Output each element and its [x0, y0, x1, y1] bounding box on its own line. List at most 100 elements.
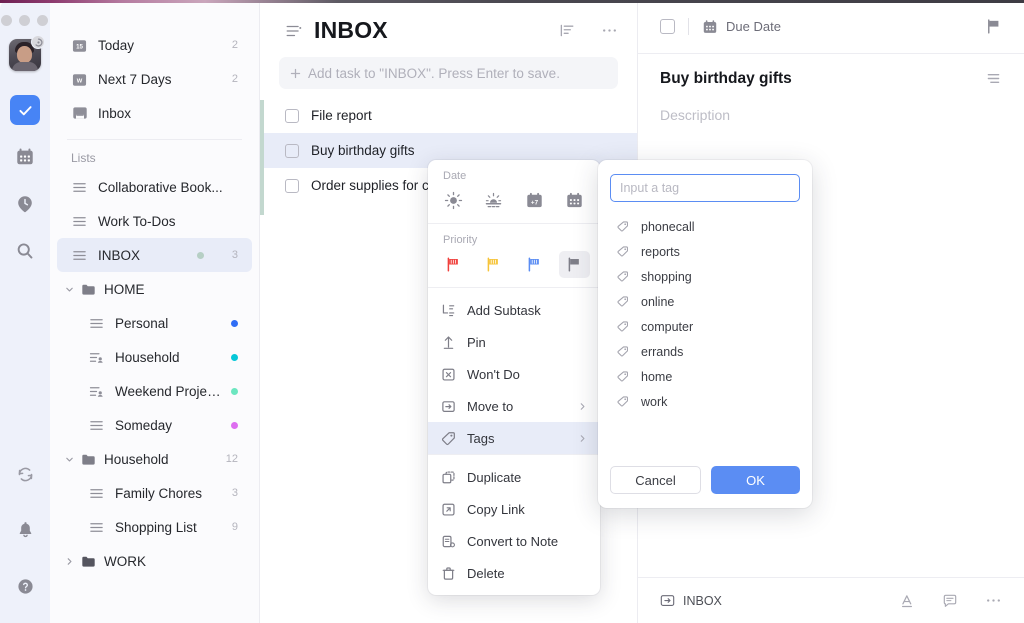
page-title: INBOX: [314, 17, 388, 44]
sort-icon[interactable]: [559, 22, 576, 39]
chevron-down-icon[interactable]: [64, 285, 75, 294]
task-title: Order supplies for ca: [311, 178, 436, 193]
folder-icon: [80, 553, 97, 570]
sidebar-item-someday[interactable]: Someday: [57, 408, 252, 442]
priority-low-flag[interactable]: [519, 251, 550, 278]
sidebar-item-next-7-days[interactable]: W Next 7 Days 2: [57, 62, 252, 96]
priority-none-flag[interactable]: [559, 251, 590, 278]
task-checkbox[interactable]: [285, 144, 299, 158]
priority-medium-flag[interactable]: [478, 251, 509, 278]
tag-input[interactable]: Input a tag: [610, 174, 800, 202]
tag-option[interactable]: phonecall: [610, 214, 800, 239]
tag-option[interactable]: reports: [610, 239, 800, 264]
cancel-button[interactable]: Cancel: [610, 466, 701, 494]
sidebar-item-work[interactable]: WORK: [57, 544, 252, 578]
list-color-dot: [231, 320, 238, 327]
task-context-menu: Date +7 Priority Add SubtaskPinWon't DoM…: [428, 160, 600, 595]
detail-description[interactable]: Description: [660, 107, 1002, 123]
context-menu-date-label: Date: [428, 160, 600, 186]
sidebar-item-home[interactable]: HOME: [57, 272, 252, 306]
clock-icon[interactable]: [10, 189, 40, 219]
tomorrow-icon[interactable]: [478, 187, 509, 214]
more-options-icon[interactable]: [601, 22, 618, 39]
next-week-icon[interactable]: +7: [519, 187, 550, 214]
sidebar-item-label: Today: [98, 38, 216, 53]
tag-option[interactable]: online: [610, 289, 800, 314]
format-text-icon[interactable]: [899, 593, 915, 609]
sidebar-item-household[interactable]: Household12: [57, 442, 252, 476]
list-icon: [88, 417, 105, 434]
sidebar-item-count: 12: [220, 453, 238, 465]
menu-item-convert-to-note[interactable]: Convert to Note: [428, 525, 600, 557]
sidebar-item-label: Inbox: [98, 106, 222, 121]
zoom-button[interactable]: [37, 15, 48, 26]
tag-option[interactable]: shopping: [610, 264, 800, 289]
more-options-icon[interactable]: [985, 592, 1002, 609]
sidebar-item-weekend-projects[interactable]: Weekend Projects: [57, 374, 252, 408]
due-date-button[interactable]: Due Date: [702, 19, 781, 35]
tag-label: reports: [641, 245, 680, 259]
due-date-label: Due Date: [726, 19, 781, 34]
tag-option[interactable]: computer: [610, 314, 800, 339]
menu-item-copy-link[interactable]: Copy Link: [428, 493, 600, 525]
close-button[interactable]: [1, 15, 12, 26]
tag-label: errands: [641, 345, 683, 359]
menu-item-won-t-do[interactable]: Won't Do: [428, 358, 600, 390]
task-checkbox[interactable]: [285, 179, 299, 193]
task-complete-checkbox[interactable]: [660, 19, 675, 34]
menu-item-pin[interactable]: Pin: [428, 326, 600, 358]
menu-item-delete[interactable]: Delete: [428, 557, 600, 589]
priority-high-flag[interactable]: [438, 251, 469, 278]
sidebar: 15 Today 2 W Next 7 Days 2 Inbox Li: [50, 0, 260, 623]
chevron-right-icon: [578, 402, 587, 411]
comment-icon[interactable]: [942, 593, 958, 609]
tasks-icon[interactable]: [10, 95, 40, 125]
avatar[interactable]: [9, 39, 41, 71]
minimize-button[interactable]: [19, 15, 30, 26]
detail-menu-icon[interactable]: [985, 70, 1002, 87]
sidebar-item-label: WORK: [104, 554, 238, 569]
date-quick-options: +7: [428, 186, 600, 223]
list-view-icon[interactable]: [285, 22, 303, 40]
tag-option[interactable]: work: [610, 389, 800, 414]
sidebar-item-personal[interactable]: Personal: [57, 306, 252, 340]
today-icon[interactable]: [438, 187, 469, 214]
sidebar-item-collaborative-book[interactable]: Collaborative Book...: [57, 170, 252, 204]
sync-icon[interactable]: [10, 459, 40, 489]
sidebar-item-today[interactable]: 15 Today 2: [57, 28, 252, 62]
tag-option[interactable]: home: [610, 364, 800, 389]
sidebar-item-household[interactable]: Household: [57, 340, 252, 374]
task-title: File report: [311, 108, 372, 123]
help-icon[interactable]: [10, 571, 40, 601]
tag-option[interactable]: errands: [610, 339, 800, 364]
tag-icon: [616, 395, 630, 409]
menu-item-add-subtask[interactable]: Add Subtask: [428, 294, 600, 326]
sidebar-item-shopping-list[interactable]: Shopping List9: [57, 510, 252, 544]
chevron-down-icon[interactable]: [64, 455, 75, 464]
add-task-input[interactable]: Add task to "INBOX". Press Enter to save…: [279, 57, 618, 89]
bell-icon[interactable]: [10, 515, 40, 545]
custom-date-icon[interactable]: [559, 187, 590, 214]
sidebar-item-inbox[interactable]: Inbox: [57, 96, 252, 130]
window-traffic-lights[interactable]: [1, 9, 48, 31]
task-checkbox[interactable]: [285, 109, 299, 123]
sidebar-item-inbox[interactable]: INBOX3: [57, 238, 252, 272]
chevron-right-icon[interactable]: [64, 557, 75, 566]
avatar-status-badge[interactable]: [31, 35, 45, 49]
menu-item-duplicate[interactable]: Duplicate: [428, 461, 600, 493]
ok-button[interactable]: OK: [711, 466, 800, 494]
sidebar-item-work-to-dos[interactable]: Work To-Dos: [57, 204, 252, 238]
detail-title[interactable]: Buy birthday gifts: [660, 70, 792, 88]
sidebar-item-family-chores[interactable]: Family Chores3: [57, 476, 252, 510]
search-icon[interactable]: [10, 236, 40, 266]
menu-item-tags[interactable]: Tags: [428, 422, 600, 454]
list-icon: [71, 179, 88, 196]
calendar-icon[interactable]: [10, 142, 40, 172]
priority-flag-icon[interactable]: [985, 18, 1002, 35]
detail-list-button[interactable]: INBOX: [660, 593, 722, 608]
task-row[interactable]: File report: [260, 98, 637, 133]
context-menu-actions: Add SubtaskPinWon't DoMove toTags: [428, 294, 600, 454]
menu-item-move-to[interactable]: Move to: [428, 390, 600, 422]
folder-open-icon: [80, 451, 97, 468]
calendar-icon: [702, 19, 718, 35]
